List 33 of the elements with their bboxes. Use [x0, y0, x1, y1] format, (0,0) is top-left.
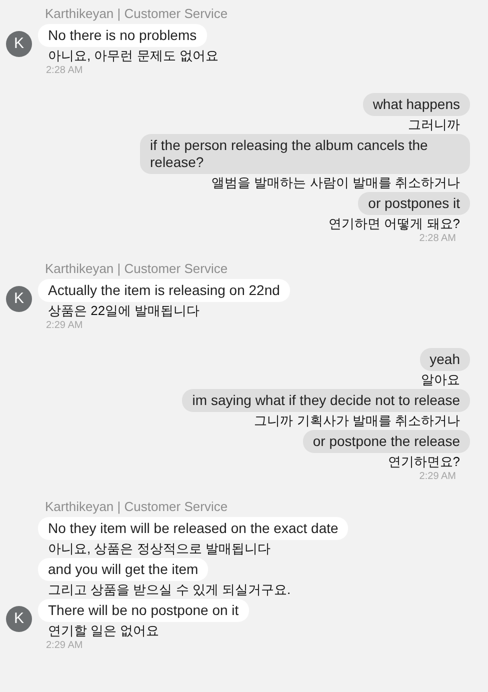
message-bubble: yeah — [420, 348, 470, 371]
message-bubble: Actually the item is releasing on 22nd — [38, 279, 290, 302]
message-bubble: or postpones it — [358, 192, 470, 215]
message-bubble: There will be no postpone on it — [38, 599, 249, 622]
translation-text: 앨범을 발매하는 사람이 발매를 취소하거나 — [212, 175, 461, 190]
message-bubble: if the person releasing the album cancels the release? — [140, 134, 470, 174]
translation-text: 그니까 기획사가 발매를 취소하거나 — [254, 413, 461, 428]
sender-name: Karthikeyan | Customer Service — [45, 261, 228, 276]
translation-text: 아니요, 상품은 정상적으로 발매됩니다 — [47, 541, 270, 556]
translation-text: 연기할 일은 없어요 — [47, 623, 160, 638]
avatar: K — [6, 606, 32, 632]
sender-name: Karthikeyan | Customer Service — [45, 6, 228, 21]
message-bubble: or postpone the release — [302, 430, 470, 453]
translation-text: 아니요, 아무런 문제도 없어요 — [47, 48, 218, 63]
translation-text: 연기하면요? — [388, 454, 461, 469]
translation-text: 그러니까 — [408, 117, 461, 132]
message-bubble: im saying what if they decide not to release — [182, 389, 470, 412]
translation-text: 연기하면 어떻게 돼요? — [328, 216, 461, 231]
timestamp: 2:29 AM — [46, 320, 83, 332]
sender-name: Karthikeyan | Customer Service — [45, 499, 228, 514]
avatar: K — [6, 31, 32, 57]
avatar: K — [6, 286, 32, 312]
message-bubble: No there is no problems — [38, 24, 207, 47]
timestamp: 2:29 AM — [46, 640, 83, 652]
message-bubble: No they item will be released on the exact date — [38, 517, 348, 540]
timestamp: 2:28 AM — [46, 65, 83, 77]
timestamp: 2:28 AM — [419, 233, 456, 245]
message-bubble: what happens — [362, 93, 470, 116]
translation-text: 상품은 22일에 발매됩니다 — [47, 303, 200, 318]
message-bubble: and you will get the item — [38, 558, 208, 581]
translation-text: 알아요 — [421, 372, 461, 387]
timestamp: 2:29 AM — [419, 471, 456, 483]
translation-text: 그리고 상품을 받으실 수 있게 되실거구요. — [47, 582, 291, 597]
